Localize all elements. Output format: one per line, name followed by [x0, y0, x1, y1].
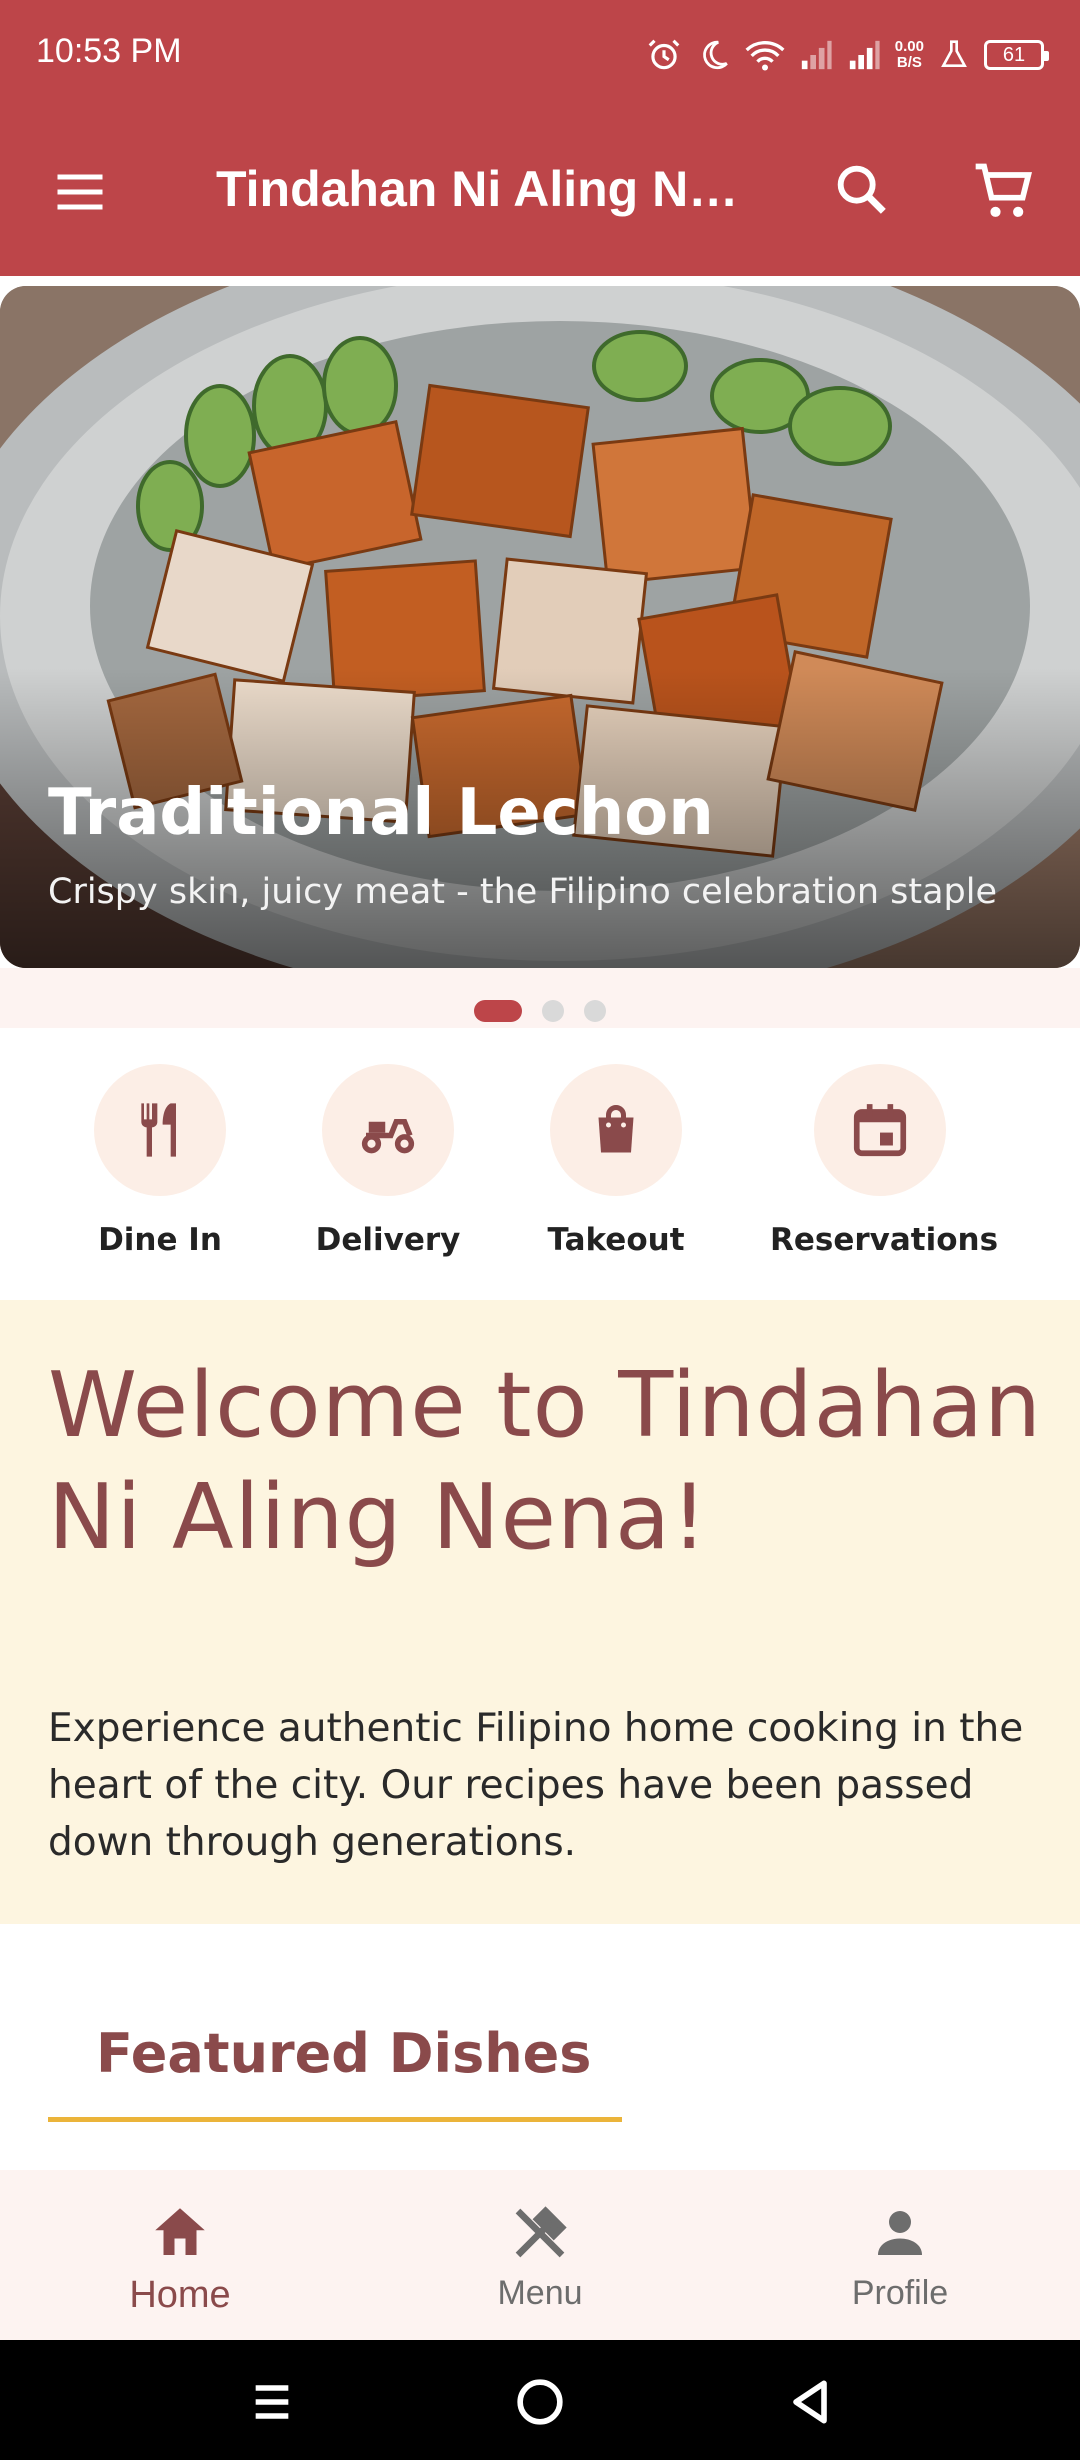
nav-profile[interactable]: Profile — [780, 2200, 1020, 2313]
hero-subtitle: Crispy skin, juicy meat - the Filipino c… — [48, 872, 998, 912]
carousel-dot-3[interactable] — [584, 1000, 606, 1022]
status-icons: 0.00 B/S 61 — [645, 30, 1049, 80]
service-delivery[interactable]: Delivery — [308, 1064, 468, 1258]
status-bar: 10:53 PM 0.00 B/S 61 — [0, 0, 1080, 110]
bag-icon — [598, 1105, 634, 1153]
signal-2-icon — [849, 40, 880, 70]
service-takeout-circle — [550, 1064, 682, 1196]
back-button[interactable] — [782, 2374, 838, 2430]
welcome-body: Experience authentic Filipino home cooki… — [48, 1706, 1024, 1865]
featured-dishes-title: Featured Dishes — [96, 2022, 592, 2085]
network-speed-unit: B/S — [896, 54, 922, 71]
featured-underline — [48, 2117, 622, 2122]
flask-icon — [941, 40, 967, 67]
fork-knife-icon — [515, 2206, 567, 2258]
system-nav-bar — [0, 2340, 1080, 2460]
battery-icon: 61 — [984, 40, 1049, 70]
search-button[interactable] — [830, 158, 898, 226]
hero-carousel[interactable]: Traditional Lechon Crispy skin, juicy me… — [0, 286, 1080, 968]
service-dine-in[interactable]: Dine In — [80, 1064, 240, 1258]
cart-icon — [975, 163, 1032, 217]
wifi-icon — [745, 41, 785, 71]
service-dine-in-label: Dine In — [98, 1222, 222, 1258]
recents-button[interactable] — [244, 2374, 300, 2430]
alarm-icon — [648, 39, 680, 70]
menu-icon — [57, 174, 103, 210]
service-dine-in-circle — [94, 1064, 226, 1196]
hero-title: Traditional Lechon — [48, 776, 714, 850]
cart-button[interactable] — [970, 158, 1042, 226]
service-reservations-circle — [814, 1064, 946, 1196]
scooter-icon — [361, 1119, 415, 1154]
back-triangle-icon — [793, 2380, 827, 2424]
calendar-icon — [853, 1104, 907, 1157]
nav-menu[interactable]: Menu — [420, 2200, 660, 2313]
bottom-nav: Home Menu Profile — [0, 2170, 1080, 2340]
status-time: 10:53 PM — [36, 32, 182, 70]
service-delivery-circle — [322, 1064, 454, 1196]
welcome-heading: Welcome to Tindahan Ni Aling Nena! — [48, 1353, 1043, 1570]
recents-icon — [255, 2385, 289, 2419]
service-takeout[interactable]: Takeout — [536, 1064, 696, 1258]
service-reservations-label: Reservations — [770, 1222, 999, 1258]
carousel-dots — [0, 1000, 1080, 1022]
nav-home-label: Home — [129, 2274, 231, 2316]
moon-icon — [702, 40, 728, 70]
signal-1-icon — [801, 40, 832, 70]
menu-button[interactable] — [50, 162, 118, 222]
service-takeout-label: Takeout — [547, 1222, 685, 1258]
home-system-button[interactable] — [512, 2374, 568, 2430]
nav-menu-label: Menu — [497, 2274, 583, 2312]
battery-level: 61 — [1002, 43, 1026, 66]
person-icon — [878, 2211, 922, 2255]
service-delivery-label: Delivery — [315, 1222, 461, 1258]
welcome-section: Welcome to Tindahan Ni Aling Nena! Exper… — [0, 1300, 1080, 1924]
search-icon — [837, 165, 886, 214]
network-speed: 0.00 B/S — [895, 39, 924, 71]
network-speed-value: 0.00 — [894, 38, 924, 55]
home-icon — [155, 2208, 205, 2255]
nav-home[interactable]: Home — [60, 2200, 300, 2317]
nav-profile-label: Profile — [851, 2274, 949, 2312]
service-reservations[interactable]: Reservations — [770, 1064, 999, 1258]
app-bar: Tindahan Ni Aling Ne... — [0, 110, 1080, 276]
service-options: Dine In Delivery Takeout Reservations — [0, 1028, 1080, 1300]
circle-home-icon — [517, 2379, 563, 2425]
carousel-dot-1[interactable] — [474, 1000, 522, 1022]
carousel-dot-2[interactable] — [542, 1000, 564, 1022]
app-title: Tindahan Ni Aling Ne... — [216, 161, 746, 217]
utensils-icon — [141, 1103, 176, 1157]
